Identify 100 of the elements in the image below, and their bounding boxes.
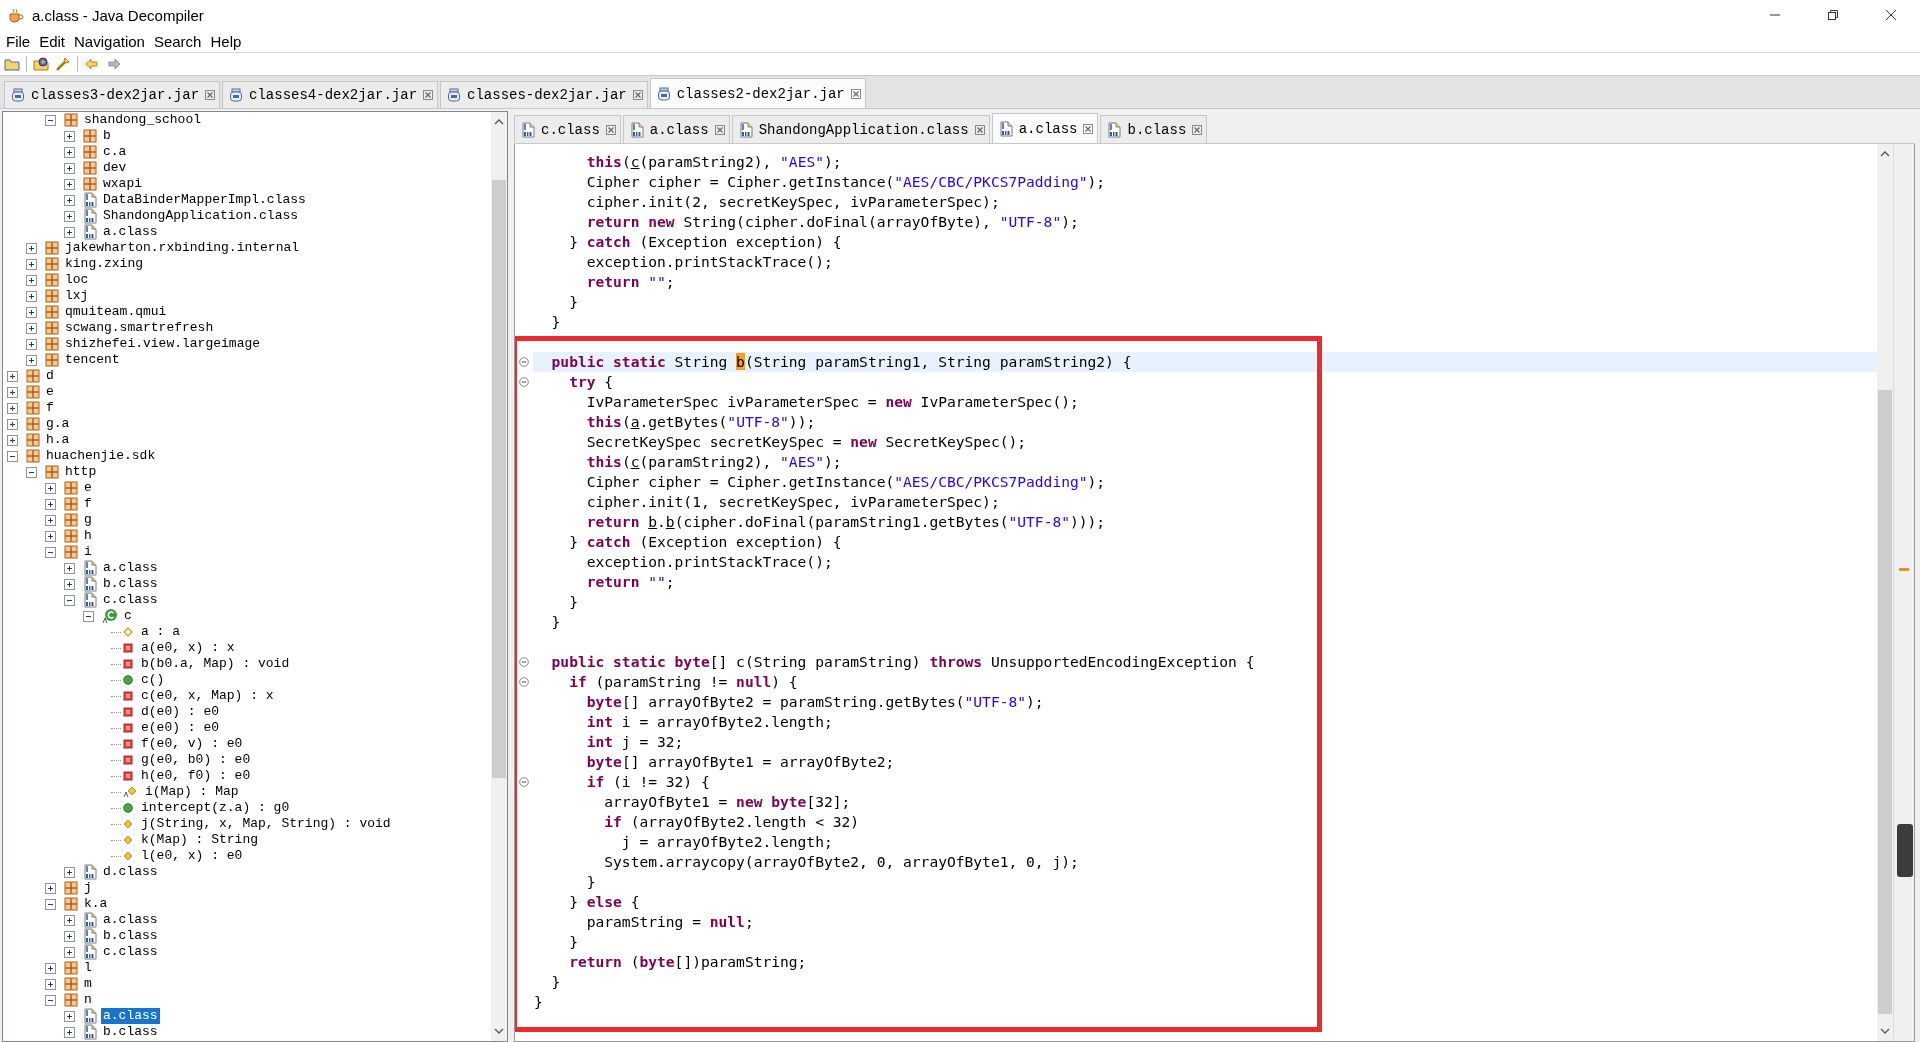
wand-icon[interactable] (55, 57, 71, 71)
tree-item[interactable]: a.class (101, 224, 160, 240)
expand-icon[interactable] (7, 386, 18, 398)
tree-item[interactable]: b.class (101, 576, 160, 592)
tree-item[interactable]: c(e0, x, Map) : x (139, 688, 276, 704)
tree-item[interactable]: ShandongApplication.class (101, 208, 301, 224)
editor-tab[interactable]: c.class (514, 115, 621, 143)
collapse-icon[interactable] (45, 114, 56, 126)
tree-item[interactable]: c (122, 608, 134, 624)
collapse-icon[interactable] (45, 898, 56, 910)
expand-icon[interactable] (64, 1010, 75, 1022)
tree-item[interactable]: c.a (101, 144, 129, 160)
menu-item[interactable]: Help (206, 32, 247, 50)
tree-item[interactable]: b.class (101, 928, 160, 944)
tree-item[interactable]: j(String, x, Map, String) : void (139, 816, 393, 832)
tree-item[interactable]: a : a (139, 624, 182, 640)
collapse-icon[interactable] (64, 594, 75, 606)
expand-icon[interactable] (7, 434, 18, 446)
tree-item[interactable]: http (63, 464, 99, 480)
tree-item[interactable]: scwang.smartrefresh (63, 320, 216, 336)
tree-item[interactable]: d (44, 368, 56, 384)
tree-item[interactable]: m (82, 976, 94, 992)
expand-icon[interactable] (64, 562, 75, 574)
tree-item[interactable]: intercept(z.a) : g0 (139, 800, 292, 816)
close-icon[interactable] (1885, 9, 1897, 21)
expand-icon[interactable] (64, 930, 75, 942)
expand-icon[interactable] (7, 370, 18, 382)
tree-item[interactable]: i(Map) : Map (143, 784, 241, 800)
expand-icon[interactable] (45, 482, 56, 494)
scroll-up-icon[interactable] (1880, 151, 1890, 157)
tree-item[interactable]: wxapi (101, 176, 144, 192)
tree-item[interactable]: dev (101, 160, 129, 176)
tree-item[interactable]: shizhefei.view.largeimage (63, 336, 263, 352)
file-tab[interactable]: classes2-dex2jar.jar (649, 78, 866, 108)
expand-icon[interactable] (26, 306, 37, 318)
tree-item[interactable]: c() (139, 672, 167, 688)
tree-item[interactable]: e (44, 384, 56, 400)
tree-item[interactable]: i (82, 544, 94, 560)
tree-item[interactable]: e (82, 480, 94, 496)
tree-item[interactable]: a.class (101, 1008, 160, 1024)
expand-icon[interactable] (64, 130, 75, 142)
tree-item[interactable]: b (101, 128, 113, 144)
fold-icon[interactable] (519, 377, 529, 387)
folder-globe-icon[interactable] (33, 57, 49, 71)
expand-icon[interactable] (45, 514, 56, 526)
fold-icon[interactable] (519, 777, 529, 787)
folder-icon[interactable] (4, 57, 20, 71)
close-icon[interactable] (1083, 123, 1094, 134)
menu-item[interactable]: Edit (35, 32, 71, 50)
expand-icon[interactable] (64, 178, 75, 190)
tree-item[interactable]: g.a (44, 416, 72, 432)
tree-item[interactable]: a.class (101, 912, 160, 928)
collapse-icon[interactable] (7, 450, 18, 462)
restore-icon[interactable] (1827, 9, 1839, 21)
expand-icon[interactable] (64, 226, 75, 238)
scrollbar-thumb[interactable] (1878, 390, 1892, 1014)
file-tab[interactable]: classes-dex2jar.jar (440, 81, 648, 108)
file-tab[interactable]: classes4-dex2jar.jar (222, 81, 439, 108)
tree-item[interactable]: c.class (101, 592, 160, 608)
expand-icon[interactable] (64, 578, 75, 590)
tree-item[interactable]: b(b0.a, Map) : void (139, 656, 292, 672)
tree-item[interactable]: shandong_school (82, 112, 204, 128)
scroll-up-icon[interactable] (494, 119, 504, 125)
tree-item[interactable]: l(e0, x) : e0 (139, 848, 245, 864)
expand-icon[interactable] (64, 146, 75, 158)
tree-item[interactable]: d(e0) : e0 (139, 704, 221, 720)
tree-item[interactable]: f (82, 496, 94, 512)
close-icon[interactable] (850, 88, 861, 99)
tree-item[interactable]: c.class (101, 944, 160, 960)
editor-tab[interactable]: b.class (1100, 115, 1208, 143)
tree-item[interactable]: k.a (82, 896, 110, 912)
collapse-icon[interactable] (83, 610, 94, 622)
expand-icon[interactable] (45, 530, 56, 542)
expand-icon[interactable] (26, 258, 37, 270)
tree-item[interactable]: jakewharton.rxbinding.internal (63, 240, 302, 256)
scroll-down-icon[interactable] (494, 1028, 504, 1034)
overview-marker[interactable] (1899, 568, 1909, 571)
expand-icon[interactable] (64, 866, 75, 878)
tree-item[interactable]: lxj (63, 288, 91, 304)
fold-icon[interactable] (519, 677, 529, 687)
expand-icon[interactable] (26, 338, 37, 350)
tree-item[interactable]: k(Map) : String (139, 832, 261, 848)
tree-item[interactable]: huachenjie.sdk (44, 448, 158, 464)
menu-item[interactable]: Navigation (70, 32, 150, 50)
expand-icon[interactable] (45, 882, 56, 894)
menu-item[interactable]: Search (149, 32, 207, 50)
tree-item[interactable]: DataBinderMapperImpl.class (101, 192, 308, 208)
scroll-down-icon[interactable] (1880, 1028, 1890, 1034)
scrollbar-thumb[interactable] (492, 180, 506, 778)
tree-item[interactable]: e(e0) : e0 (139, 720, 221, 736)
tree-item[interactable]: g(e0, b0) : e0 (139, 752, 253, 768)
back-arrow-icon[interactable] (84, 57, 100, 71)
editor-tab[interactable]: a.class (991, 113, 1099, 143)
tree-item[interactable]: qmuiteam.qmui (63, 304, 169, 320)
tree-item[interactable]: g (82, 512, 94, 528)
expand-icon[interactable] (64, 914, 75, 926)
expand-icon[interactable] (26, 274, 37, 286)
tree-item[interactable]: f(e0, v) : e0 (139, 736, 245, 752)
expand-icon[interactable] (45, 962, 56, 974)
expand-icon[interactable] (45, 978, 56, 990)
